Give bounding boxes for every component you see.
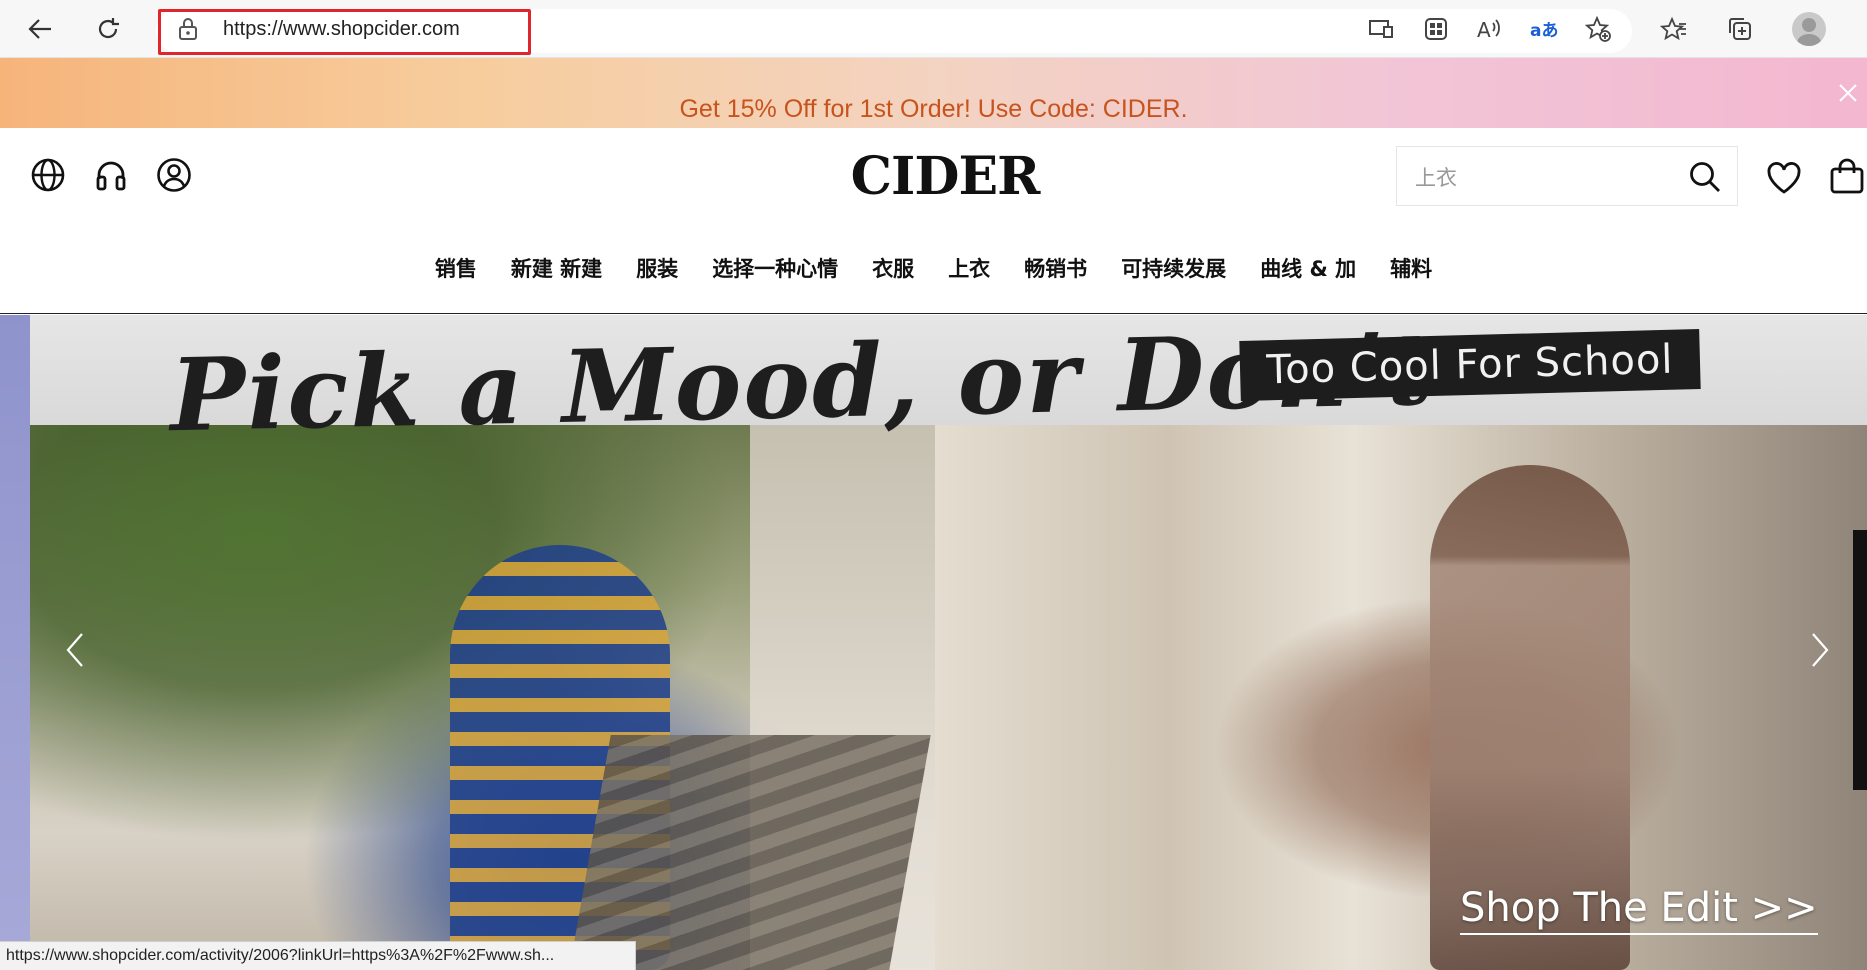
app-available-icon[interactable] <box>1363 11 1399 47</box>
nav-item-new[interactable]: 新建 新建 <box>494 253 619 283</box>
refresh-icon[interactable] <box>88 9 128 49</box>
nav-item-dresses[interactable]: 衣服 <box>855 253 931 283</box>
nav-item-sale[interactable]: 销售 <box>418 253 494 283</box>
back-arrow-icon[interactable] <box>20 9 60 49</box>
hero-tag-text: Too Cool For School <box>1265 336 1675 394</box>
tab-actions-icon[interactable] <box>1418 11 1454 47</box>
lock-icon[interactable] <box>178 17 198 46</box>
svg-text:A: A <box>1477 18 1491 41</box>
collections-icon[interactable] <box>1722 11 1758 47</box>
add-favorite-icon[interactable] <box>1580 11 1616 47</box>
promo-text[interactable]: Get 15% Off for 1st Order! Use Code: CID… <box>0 95 1867 124</box>
previous-slide-peek <box>0 315 30 970</box>
shop-the-edit-link[interactable]: Shop The Edit >> <box>1460 885 1818 935</box>
main-nav: 销售 新建 新建 服装 选择一种心情 衣服 上衣 畅销书 可持续发展 曲线 & … <box>0 253 1867 283</box>
shopping-bag-icon[interactable] <box>1827 156 1867 196</box>
nav-item-bestsellers[interactable]: 畅销书 <box>1007 253 1104 283</box>
nav-item-sustainability[interactable]: 可持续发展 <box>1104 253 1243 283</box>
brand-logo[interactable]: CIDER <box>840 146 1050 207</box>
side-feedback-tab[interactable] <box>1853 530 1867 790</box>
translate-icon[interactable]: aあ <box>1526 11 1562 47</box>
close-icon[interactable] <box>1835 80 1861 106</box>
globe-icon[interactable] <box>28 155 68 195</box>
link-status-bar: https://www.shopcider.com/activity/2006?… <box>0 941 636 970</box>
search-input[interactable] <box>1415 165 1655 189</box>
browser-toolbar: https://www.shopcider.com A aあ <box>0 0 1867 58</box>
nav-item-curve-plus[interactable]: 曲线 & 加 <box>1243 253 1373 283</box>
customer-service-icon[interactable] <box>91 155 131 195</box>
site-header: CIDER 销售 新建 新建 服装 选择一种心情 衣服 上衣 畅销书 可持续发展… <box>0 128 1867 314</box>
promo-banner[interactable]: Get 15% Off for 1st Order! Use Code: CID… <box>0 58 1867 128</box>
hero-carousel[interactable]: Pick a Mood, or Don’t Too Cool For Schoo… <box>0 315 1867 970</box>
nav-item-tops[interactable]: 上衣 <box>931 253 1007 283</box>
nav-item-clothing[interactable]: 服装 <box>619 253 695 283</box>
chevron-left-icon[interactable] <box>60 630 90 670</box>
account-icon[interactable] <box>154 155 194 195</box>
nav-item-accessories[interactable]: 辅料 <box>1373 253 1449 283</box>
search-box[interactable] <box>1396 146 1738 206</box>
nav-item-mood[interactable]: 选择一种心情 <box>695 253 855 283</box>
read-aloud-icon[interactable]: A <box>1471 11 1507 47</box>
chevron-right-icon[interactable] <box>1805 630 1835 670</box>
svg-text:aあ: aあ <box>1530 21 1558 41</box>
search-icon[interactable] <box>1687 159 1723 195</box>
hero-bench <box>569 735 931 970</box>
hero-banner-image[interactable]: Pick a Mood, or Don’t Too Cool For Schoo… <box>30 315 1867 970</box>
profile-avatar-icon[interactable] <box>1792 12 1826 46</box>
hero-tag: Too Cool For School <box>1239 328 1701 402</box>
favorites-icon[interactable] <box>1656 11 1692 47</box>
heart-icon[interactable] <box>1764 158 1804 198</box>
url-text[interactable]: https://www.shopcider.com <box>223 18 460 41</box>
